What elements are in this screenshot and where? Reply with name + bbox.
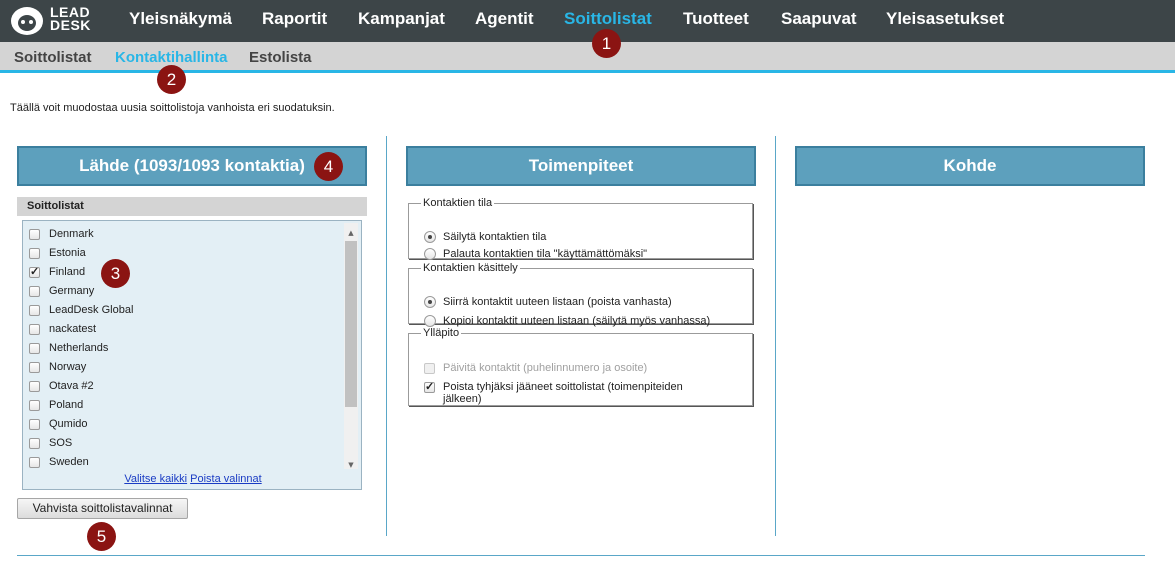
clear-selection-link[interactable]: Poista valinnat [190,473,262,485]
call-list-checkbox[interactable] [29,419,40,430]
copy-contacts-label: Kopioi kontaktit uuteen listaan (säilytä… [443,315,711,327]
call-list-item-label: Denmark [49,228,94,240]
confirm-call-lists-button[interactable]: Vahvista soittolistavalinnat [17,498,188,519]
annotation-badge-1: 1 [592,29,621,58]
contact-status-group: Kontaktien tila Säilytä kontaktien tila … [408,197,753,260]
update-contacts-checkbox [424,363,435,374]
call-list-item-label: Germany [49,285,95,297]
scroll-down-arrow-icon[interactable]: ▼ [345,459,357,471]
delete-empty-lists-label-line2: jälkeen) [443,393,482,405]
annotation-badge-2: 2 [157,65,186,94]
call-lists-label: Soittolistat [17,197,367,216]
list-selection-links: Valitse kaikki Poista valinnat [23,473,363,485]
copy-contacts-radio[interactable] [424,315,436,327]
call-list-item-label: LeadDesk Global [49,304,134,316]
keep-status-radio[interactable] [424,231,436,243]
call-list-checkbox[interactable] [29,248,40,259]
list-scroll-thumb[interactable] [345,241,357,407]
maintenance-legend: Ylläpito [423,327,460,339]
call-list-item-label: Estonia [49,247,86,259]
call-list-item-label: Finland [49,266,86,278]
call-list-checkbox[interactable] [29,286,40,297]
annotation-badge-3: 3 [101,259,130,288]
call-list-checkbox[interactable] [29,400,40,411]
update-contacts-label: Päivitä kontaktit (puhelinnumero ja osoi… [443,362,648,374]
delete-empty-lists-label-line1: Poista tyhjäksi jääneet soittolistat (to… [443,381,683,393]
column-divider [775,136,776,536]
nav-item-tuotteet[interactable]: Tuotteet [683,9,749,29]
logo-wordmark: LEAD DESK [50,5,91,33]
actions-panel-title: Toimenpiteet [528,156,634,175]
nav-item-yleisasetukset[interactable]: Yleisasetukset [886,9,1004,29]
leaddesk-logo[interactable]: LEAD DESK [8,4,113,38]
actions-panel-header: Toimenpiteet [406,146,756,186]
call-list-item-label: Norway [49,361,87,373]
intro-text: Täällä voit muodostaa uusia soittolistoj… [10,102,335,114]
logo-text-desk: DESK [50,17,91,33]
contact-handling-group: Kontaktien käsittely Siirrä kontaktit uu… [408,262,753,327]
nav-item-saapuvat[interactable]: Saapuvat [781,9,857,29]
headset-icon [11,7,43,35]
call-list-item-label: Otava #2 [49,380,94,392]
call-list-checkbox[interactable] [29,362,40,373]
contact-status-legend: Kontaktien tila [423,197,493,209]
subnav-item-kontaktihallinta[interactable]: Kontaktihallinta [115,49,228,66]
nav-item-yleisnakyma[interactable]: Yleisnäkymä [129,9,232,29]
call-list-checkbox[interactable] [29,343,40,354]
contact-handling-legend: Kontaktien käsittely [423,262,518,274]
call-list-checkbox[interactable] [29,229,40,240]
bottom-divider [17,555,1145,556]
call-list-item-label: Netherlands [49,342,109,354]
nav-item-soittolistat[interactable]: Soittolistat [564,9,652,29]
subnav-item-soittolistat[interactable]: Soittolistat [14,49,92,66]
delete-empty-lists-label: Poista tyhjäksi jääneet soittolistat (to… [443,381,683,405]
nav-item-raportit[interactable]: Raportit [262,9,327,29]
nav-item-agentit[interactable]: Agentit [475,9,534,29]
call-list-item-label: Poland [49,399,84,411]
scroll-up-arrow-icon[interactable]: ▲ [345,227,357,239]
call-list-selector: Denmark Estonia Finland Germany LeadDesk Glo… [22,220,362,490]
call-list-checkbox[interactable] [29,305,40,316]
call-list-checkbox[interactable] [29,438,40,449]
call-list-checkbox[interactable] [29,457,40,468]
call-list-items[interactable]: Denmark Estonia Finland Germany LeadDesk Glo… [23,221,343,471]
call-list-checkbox[interactable] [29,324,40,335]
subnav-item-estolista[interactable]: Estolista [249,49,312,66]
reset-status-radio[interactable] [424,248,436,260]
column-divider [386,136,387,536]
call-list-item-label: Qumido [49,418,88,430]
annotation-badge-4: 4 [314,152,343,181]
call-list-checkbox[interactable] [29,265,40,278]
nav-item-kampanjat[interactable]: Kampanjat [358,9,445,29]
move-contacts-label: Siirrä kontaktit uuteen listaan (poista … [443,296,672,308]
source-panel-title: Lähde (1093/1093 kontaktia) [79,156,305,175]
delete-empty-lists-checkbox[interactable] [424,380,435,393]
call-list-item-label: Sweden [49,456,89,468]
reset-status-label: Palauta kontaktien tila "käyttämättömäks… [443,248,648,260]
target-panel-header: Kohde [795,146,1145,186]
keep-status-label: Säilytä kontaktien tila [443,231,547,243]
call-list-checkbox[interactable] [29,381,40,392]
move-contacts-radio[interactable] [424,296,436,308]
target-panel-title: Kohde [943,156,997,175]
maintenance-group: Ylläpito Päivitä kontaktit (puhelinnumer… [408,327,753,406]
select-all-link[interactable]: Valitse kaikki [124,473,187,485]
annotation-badge-5: 5 [87,522,116,551]
top-navigation-bar: LEAD DESK Yleisnäkymä Raportit Kampanjat… [0,0,1175,42]
call-list-item-label: nackatest [49,323,97,335]
call-list-item-label: SOS [49,437,73,449]
